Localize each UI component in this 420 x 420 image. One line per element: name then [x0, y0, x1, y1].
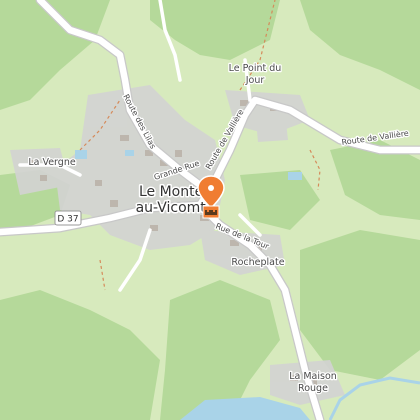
place-label-le-point-du-jour-line2: Jour	[245, 75, 265, 86]
map-view[interactable]: Route des Lilas Route de Vallière Route …	[0, 0, 420, 420]
road-shield-d37: D 37	[54, 210, 82, 226]
place-label-la-vergne: La Vergne	[28, 157, 76, 168]
place-label-la-maison-rouge-line2: Rouge	[298, 383, 328, 394]
map-canvas[interactable]: Route des Lilas Route de Vallière Route …	[0, 0, 420, 420]
svg-text:D 37: D 37	[57, 215, 78, 225]
castle-icon[interactable]	[202, 205, 220, 219]
place-label-le-point-du-jour-line1: Le Point du	[229, 63, 282, 74]
place-label-la-maison-rouge-line1: La Maison	[289, 371, 337, 382]
pin-dot	[208, 185, 214, 191]
place-label-rocheplate: Rocheplate	[231, 257, 284, 268]
